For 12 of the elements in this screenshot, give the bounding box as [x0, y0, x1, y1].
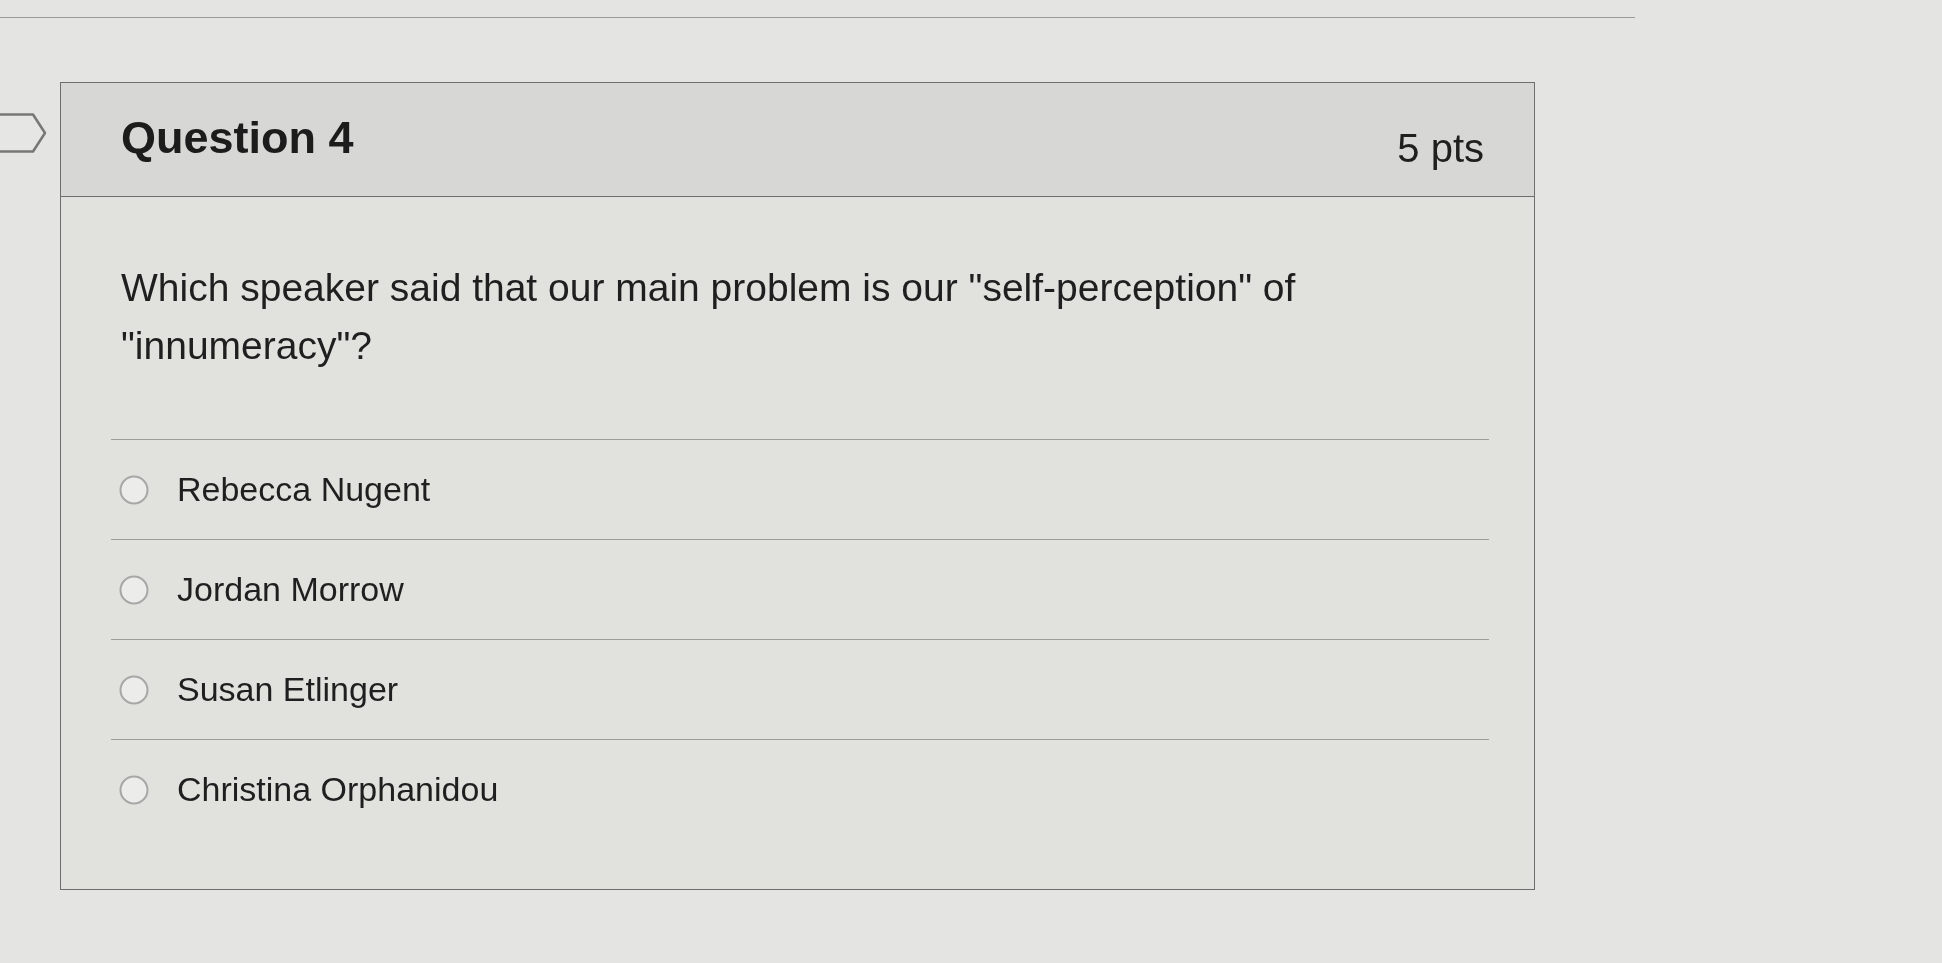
- answer-label[interactable]: Rebecca Nugent: [177, 470, 431, 509]
- radio-button[interactable]: [119, 674, 149, 705]
- points-label: 5 pts: [1397, 126, 1484, 171]
- radio-button[interactable]: [119, 774, 149, 805]
- radio-button[interactable]: [119, 474, 149, 505]
- tag-icon[interactable]: [0, 113, 47, 153]
- answer-label[interactable]: Jordan Morrow: [177, 570, 404, 609]
- question-text: Which speaker said that our main problem is our "self-perception" of "innumeracy"?: [121, 265, 1297, 369]
- answer-label[interactable]: Christina Orphanidou: [177, 770, 499, 809]
- answer-label[interactable]: Susan Etlinger: [177, 670, 399, 709]
- radio-button[interactable]: [119, 574, 149, 605]
- question-title: Question 4: [121, 111, 354, 164]
